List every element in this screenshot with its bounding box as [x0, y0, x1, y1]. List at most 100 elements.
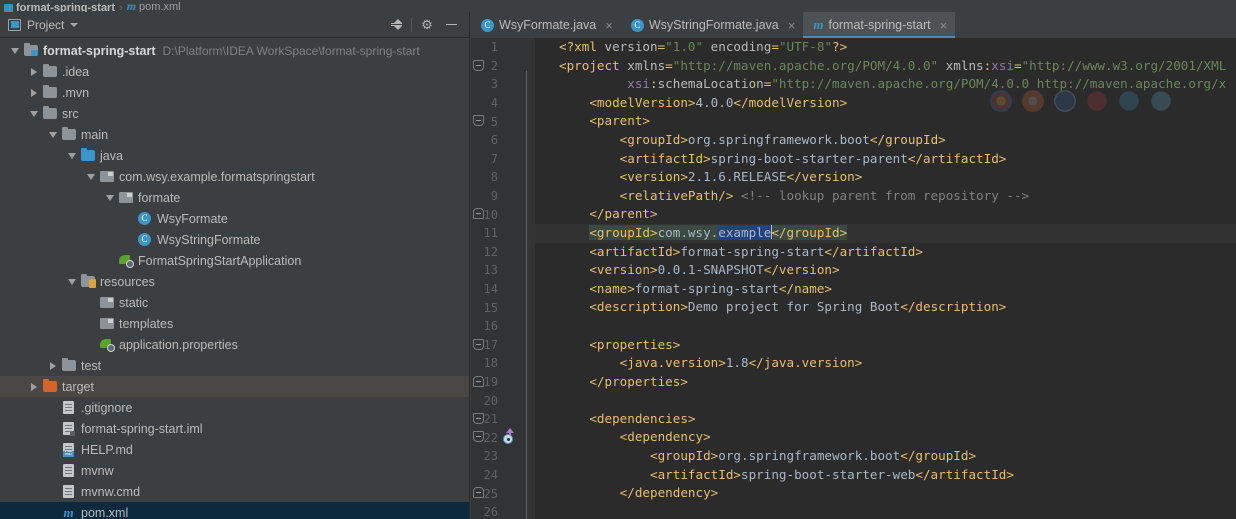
folder-icon: [42, 106, 57, 119]
code-line[interactable]: xsi:schemaLocation="http://maven.apache.…: [535, 75, 1236, 94]
code-line[interactable]: <version>2.1.6.RELEASE</version>: [535, 168, 1236, 187]
tree-expander[interactable]: [27, 61, 41, 82]
tree-node-resources[interactable]: resources: [0, 271, 469, 292]
editor-tab-bar[interactable]: C WsyFormate.java × C WsyStringFormate.java ×…: [471, 12, 1236, 38]
code-line[interactable]: [535, 317, 1236, 336]
tree-node-com-wsy-example-formatspringstart[interactable]: com.wsy.example.formatspringstart: [0, 166, 469, 187]
code-line[interactable]: <groupId>org.springframework.boot</group…: [535, 447, 1236, 466]
chevron-down-icon[interactable]: [70, 22, 79, 27]
code-line[interactable]: <?xml version="1.0" encoding="UTF-8"?>: [535, 38, 1236, 57]
tree-node-mvnw-cmd[interactable]: mvnw.cmd: [0, 481, 469, 502]
tree-expander[interactable]: [27, 82, 41, 103]
code-line[interactable]: <project xmlns="http://maven.apache.org/…: [535, 57, 1236, 76]
code-line[interactable]: <properties>: [535, 336, 1236, 355]
tree-node-pom-xml[interactable]: m pom.xml: [0, 502, 469, 519]
editor-tab-wsyformate-java[interactable]: C WsyFormate.java ×: [471, 12, 621, 38]
breadcrumb-project[interactable]: format-spring-start: [4, 0, 115, 12]
project-tree[interactable]: format-spring-start D:\Platform\IDEA Work…: [0, 38, 469, 519]
tree-node-formatspringstartapplication[interactable]: FormatSpringStartApplication: [0, 250, 469, 271]
code-token: 1.8: [725, 355, 749, 371]
editor-tab-format-spring-start[interactable]: m format-spring-start ×: [803, 12, 956, 38]
fold-collapse-icon[interactable]: [473, 59, 484, 71]
line-number: 1: [490, 40, 498, 55]
tree-node-format-spring-start[interactable]: format-spring-start D:\Platform\IDEA Work…: [0, 40, 469, 61]
tree-expander[interactable]: [27, 376, 41, 397]
fold-collapse-icon[interactable]: [473, 115, 484, 127]
tree-expander[interactable]: [103, 187, 117, 208]
maven-dependency-marker[interactable]: [502, 428, 515, 445]
tree-node-icon: [79, 274, 96, 290]
close-icon[interactable]: ×: [788, 19, 796, 32]
tree-node-target[interactable]: target: [0, 376, 469, 397]
tree-node-wsystringformate[interactable]: C WsyStringFormate: [0, 229, 469, 250]
tree-node-test[interactable]: test: [0, 355, 469, 376]
hide-panel-button[interactable]: [439, 14, 463, 36]
code-line[interactable]: </properties>: [535, 373, 1236, 392]
code-line[interactable]: <name>format-spring-start</name>: [535, 280, 1236, 299]
code-line[interactable]: <java.version>1.8</java.version>: [535, 354, 1236, 373]
code-token: <relativePath/>: [619, 187, 734, 203]
tree-expander[interactable]: [84, 166, 98, 187]
fold-collapse-icon[interactable]: [473, 431, 484, 443]
code-line[interactable]: <description>Demo project for Spring Boo…: [535, 298, 1236, 317]
tree-node-application-properties[interactable]: application.properties: [0, 334, 469, 355]
code-line[interactable]: <groupId>com.wsy.example</groupId>: [535, 223, 1236, 243]
tree-node-mvnw[interactable]: mvnw: [0, 460, 469, 481]
close-icon[interactable]: ×: [940, 19, 948, 32]
fold-collapse-icon[interactable]: [473, 412, 484, 424]
code-line[interactable]: [535, 503, 1236, 519]
tree-node-static[interactable]: static: [0, 292, 469, 313]
code-token: =: [1013, 57, 1022, 73]
tree-expander[interactable]: [65, 145, 79, 166]
tree-expander[interactable]: [65, 271, 79, 292]
tree-node-main[interactable]: main: [0, 124, 469, 145]
code-line[interactable]: [535, 391, 1236, 410]
tree-node-icon: [117, 253, 134, 269]
settings-button[interactable]: ⚙: [415, 14, 439, 36]
tree-expander[interactable]: [27, 103, 41, 124]
tree-expander[interactable]: [46, 355, 60, 376]
code-line[interactable]: <groupId>org.springframework.boot</group…: [535, 131, 1236, 150]
project-panel-header: Project ⚙: [0, 12, 469, 38]
tree-expander[interactable]: [8, 40, 22, 61]
editor-tab-wsystringformate-java[interactable]: C WsyStringFormate.java ×: [621, 12, 804, 38]
project-panel-title-group[interactable]: Project: [8, 18, 384, 32]
code-line[interactable]: </parent>: [535, 205, 1236, 224]
code-line[interactable]: <parent>: [535, 112, 1236, 131]
tree-node-format-spring-start-iml[interactable]: format-spring-start.iml: [0, 418, 469, 439]
code-line[interactable]: <dependencies>: [535, 410, 1236, 429]
code-line[interactable]: <modelVersion>4.0.0</modelVersion>: [535, 94, 1236, 113]
tree-node--idea[interactable]: .idea: [0, 61, 469, 82]
collapse-all-button[interactable]: [384, 14, 408, 36]
tree-node-wsyformate[interactable]: C WsyFormate: [0, 208, 469, 229]
code-line[interactable]: </dependency>: [535, 484, 1236, 503]
tree-node-label: .idea: [62, 64, 90, 79]
code-content[interactable]: <?xml version="1.0" encoding="UTF-8"?> <p…: [535, 38, 1236, 519]
fold-expand-icon[interactable]: [473, 208, 484, 220]
close-icon[interactable]: ×: [605, 19, 613, 32]
tree-node-help-md[interactable]: MD HELP.md: [0, 439, 469, 460]
code-line[interactable]: <relativePath/> <!-- lookup parent from …: [535, 187, 1236, 206]
code-line[interactable]: <version>0.0.1-SNAPSHOT</version>: [535, 261, 1236, 280]
code-token: Demo project for Spring Boot: [687, 299, 901, 315]
editor-gutter[interactable]: 1 2 3 4 5 6 7 8 9 10 11 12 13 14 15 16 17 18 19 20 21 22 23 24 2…: [471, 38, 535, 519]
breadcrumb-file[interactable]: m pom.xml: [127, 0, 181, 12]
code-line[interactable]: <dependency>: [535, 428, 1236, 447]
code-editor[interactable]: 1 2 3 4 5 6 7 8 9 10 11 12 13 14 15 16 17 18 19 20 21 22 23 24 2…: [471, 38, 1236, 519]
tree-node--mvn[interactable]: .mvn: [0, 82, 469, 103]
tree-node-java[interactable]: java: [0, 145, 469, 166]
fold-expand-icon[interactable]: [473, 487, 484, 499]
code-line[interactable]: <artifactId>format-spring-start</artifac…: [535, 243, 1236, 262]
code-line[interactable]: <artifactId>spring-boot-starter-parent</…: [535, 150, 1236, 169]
tree-expander[interactable]: [46, 124, 60, 145]
code-token: <artifactId>: [619, 150, 711, 166]
fold-expand-icon[interactable]: [473, 375, 484, 387]
line-number: 15: [483, 300, 498, 315]
line-number: 11: [483, 226, 498, 241]
tree-node-src[interactable]: src: [0, 103, 469, 124]
tree-node-formate[interactable]: formate: [0, 187, 469, 208]
fold-collapse-icon[interactable]: [473, 338, 484, 350]
code-line[interactable]: <artifactId>spring-boot-starter-web</art…: [535, 466, 1236, 485]
tree-node-templates[interactable]: templates: [0, 313, 469, 334]
tree-node--gitignore[interactable]: .gitignore: [0, 397, 469, 418]
